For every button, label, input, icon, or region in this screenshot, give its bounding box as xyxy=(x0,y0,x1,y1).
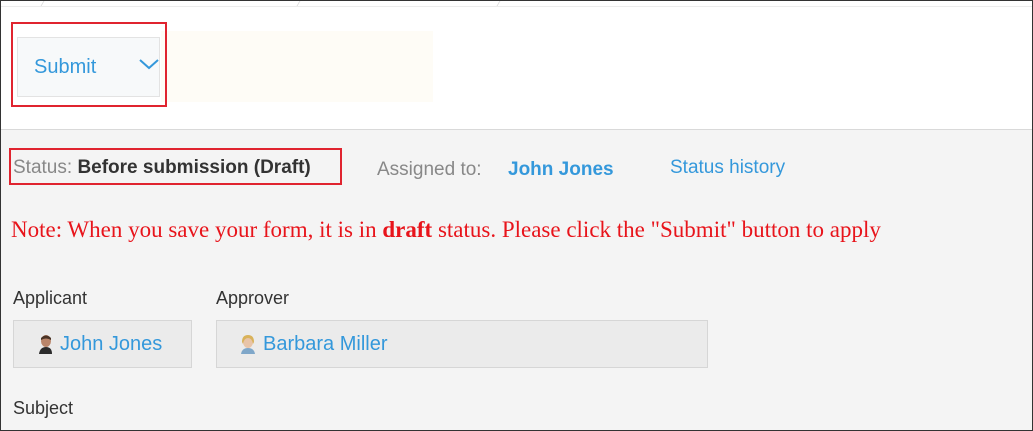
screenshot-frame: Submit Status: Before submission (Draft)… xyxy=(0,0,1033,431)
action-bar-background xyxy=(161,31,433,102)
user-avatar-icon xyxy=(239,334,257,354)
approver-user-link[interactable]: Barbara Miller xyxy=(263,333,387,356)
subject-label: Subject xyxy=(13,398,74,418)
draft-note-suffix: status. Please click the "Submit" button… xyxy=(432,217,881,242)
approver-field: Barbara Miller xyxy=(216,320,708,368)
breadcrumb-separator xyxy=(491,1,501,6)
status-history-link[interactable]: Status history xyxy=(670,157,785,179)
applicant-label: Applicant xyxy=(13,288,88,308)
applicant-user-link[interactable]: John Jones xyxy=(60,333,162,356)
draft-note-prefix: Note: When you save your form, it is in xyxy=(11,217,383,242)
approver-label: Approver xyxy=(216,288,290,308)
action-bar: Submit xyxy=(1,1,1032,129)
breadcrumb-strip xyxy=(1,1,1032,7)
user-avatar-icon xyxy=(36,334,54,354)
breadcrumb-separator xyxy=(35,1,45,6)
draft-note: Note: When you save your form, it is in … xyxy=(11,217,881,243)
submit-highlight-box xyxy=(11,22,167,107)
status-highlight-box xyxy=(9,148,342,185)
draft-note-emphasis: draft xyxy=(382,217,433,242)
breadcrumb-separator xyxy=(291,1,301,6)
applicant-field: John Jones xyxy=(13,320,192,368)
assigned-to-user-link[interactable]: John Jones xyxy=(508,159,614,181)
assigned-to-label: Assigned to: xyxy=(377,159,482,180)
